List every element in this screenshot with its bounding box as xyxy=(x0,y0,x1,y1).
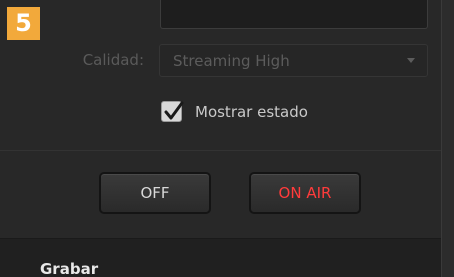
streaming-settings-panel: 5 Calidad: Streaming High Mostrar estado… xyxy=(0,0,442,277)
quality-label: Calidad: xyxy=(82,51,144,69)
show-status-label[interactable]: Mostrar estado xyxy=(195,103,308,121)
off-button[interactable]: OFF xyxy=(99,172,211,214)
checkmark-icon xyxy=(164,101,184,120)
chevron-down-icon xyxy=(407,58,415,63)
on-air-button[interactable]: ON AIR xyxy=(249,172,361,214)
step-badge: 5 xyxy=(7,7,40,40)
record-section-header[interactable]: Grabar xyxy=(0,238,441,277)
stream-key-field[interactable] xyxy=(160,0,428,29)
show-status-checkbox[interactable] xyxy=(161,101,184,122)
divider xyxy=(0,150,441,151)
record-section-title: Grabar xyxy=(40,260,99,277)
quality-select[interactable]: Streaming High xyxy=(159,44,428,77)
quality-select-value: Streaming High xyxy=(173,52,290,70)
